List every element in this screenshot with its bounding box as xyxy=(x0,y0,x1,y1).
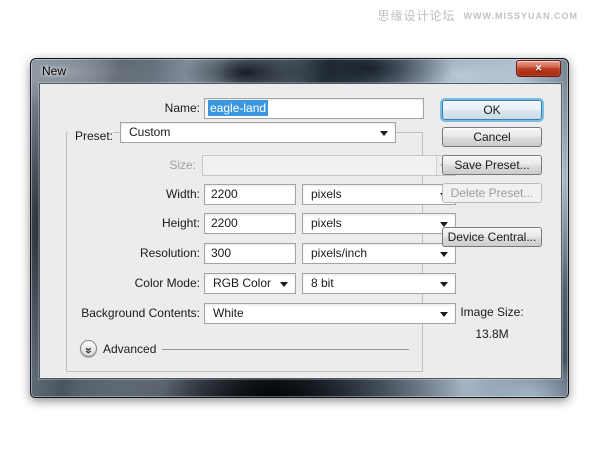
background-contents-value: White xyxy=(213,306,244,320)
background-contents-label: Background Contents: xyxy=(81,306,200,320)
preset-label: Preset: xyxy=(68,129,113,143)
close-button[interactable]: ✕ xyxy=(516,60,561,77)
bit-depth-value: 8 bit xyxy=(311,276,334,290)
advanced-expand-button[interactable]: » xyxy=(80,340,97,357)
preset-select-value: Custom xyxy=(129,125,171,139)
dialog-content: Name: eagle-land Preset: Custom Size: Wi… xyxy=(39,83,562,379)
color-mode-select[interactable]: RGB Color xyxy=(204,273,296,294)
advanced-label: Advanced xyxy=(103,342,157,356)
name-label: Name: xyxy=(164,101,200,115)
chevron-down-icon xyxy=(280,282,288,287)
chevron-down-icon xyxy=(380,131,388,136)
width-input-value: 2200 xyxy=(211,187,238,201)
width-input[interactable]: 2200 xyxy=(204,184,296,205)
name-input-selected-text: eagle-land xyxy=(208,100,269,116)
resolution-unit-select[interactable]: pixels/inch xyxy=(302,243,456,264)
cancel-button[interactable]: Cancel xyxy=(442,127,542,147)
resolution-input-value: 300 xyxy=(211,246,232,260)
bit-depth-select[interactable]: 8 bit xyxy=(302,273,456,294)
dialog-title: New xyxy=(42,64,67,78)
delete-preset-button: Delete Preset... xyxy=(442,183,542,203)
size-label: Size: xyxy=(169,158,196,172)
image-size-label: Image Size: xyxy=(460,305,524,319)
image-size-value: 13.8M xyxy=(475,327,509,341)
height-input[interactable]: 2200 xyxy=(204,213,296,234)
size-select xyxy=(202,155,456,176)
device-central-button[interactable]: Device Central... xyxy=(442,227,542,247)
color-mode-value: RGB Color xyxy=(213,276,272,290)
chevron-down-icon xyxy=(440,252,448,257)
watermark: 思缘设计论坛 WWW.MISSYUAN.COM xyxy=(377,7,578,24)
width-label: Width: xyxy=(165,187,200,201)
new-document-dialog: New ✕ Name: eagle-land Preset: Custom Si… xyxy=(30,58,569,398)
background-contents-select[interactable]: White xyxy=(204,303,456,324)
ok-button[interactable]: OK xyxy=(442,100,542,120)
width-unit-value: pixels xyxy=(311,187,342,201)
height-unit-select[interactable]: pixels xyxy=(302,213,456,234)
chevron-down-icon xyxy=(440,282,448,287)
close-icon: ✕ xyxy=(534,63,543,73)
save-preset-button[interactable]: Save Preset... xyxy=(442,155,542,175)
color-mode-label: Color Mode: xyxy=(134,276,200,290)
resolution-input[interactable]: 300 xyxy=(204,243,296,264)
resolution-unit-value: pixels/inch xyxy=(311,246,368,260)
advanced-separator xyxy=(162,349,409,350)
name-input[interactable]: eagle-land xyxy=(204,98,424,119)
height-unit-value: pixels xyxy=(311,216,342,230)
height-label: Height: xyxy=(161,216,200,230)
double-chevron-down-icon: » xyxy=(82,347,96,354)
watermark-site-url: WWW.MISSYUAN.COM xyxy=(463,10,578,21)
watermark-site-name: 思缘设计论坛 xyxy=(377,9,456,23)
height-input-value: 2200 xyxy=(211,216,238,230)
preset-select[interactable]: Custom xyxy=(120,122,396,143)
width-unit-select[interactable]: pixels xyxy=(302,184,456,205)
resolution-label: Resolution: xyxy=(139,246,200,260)
